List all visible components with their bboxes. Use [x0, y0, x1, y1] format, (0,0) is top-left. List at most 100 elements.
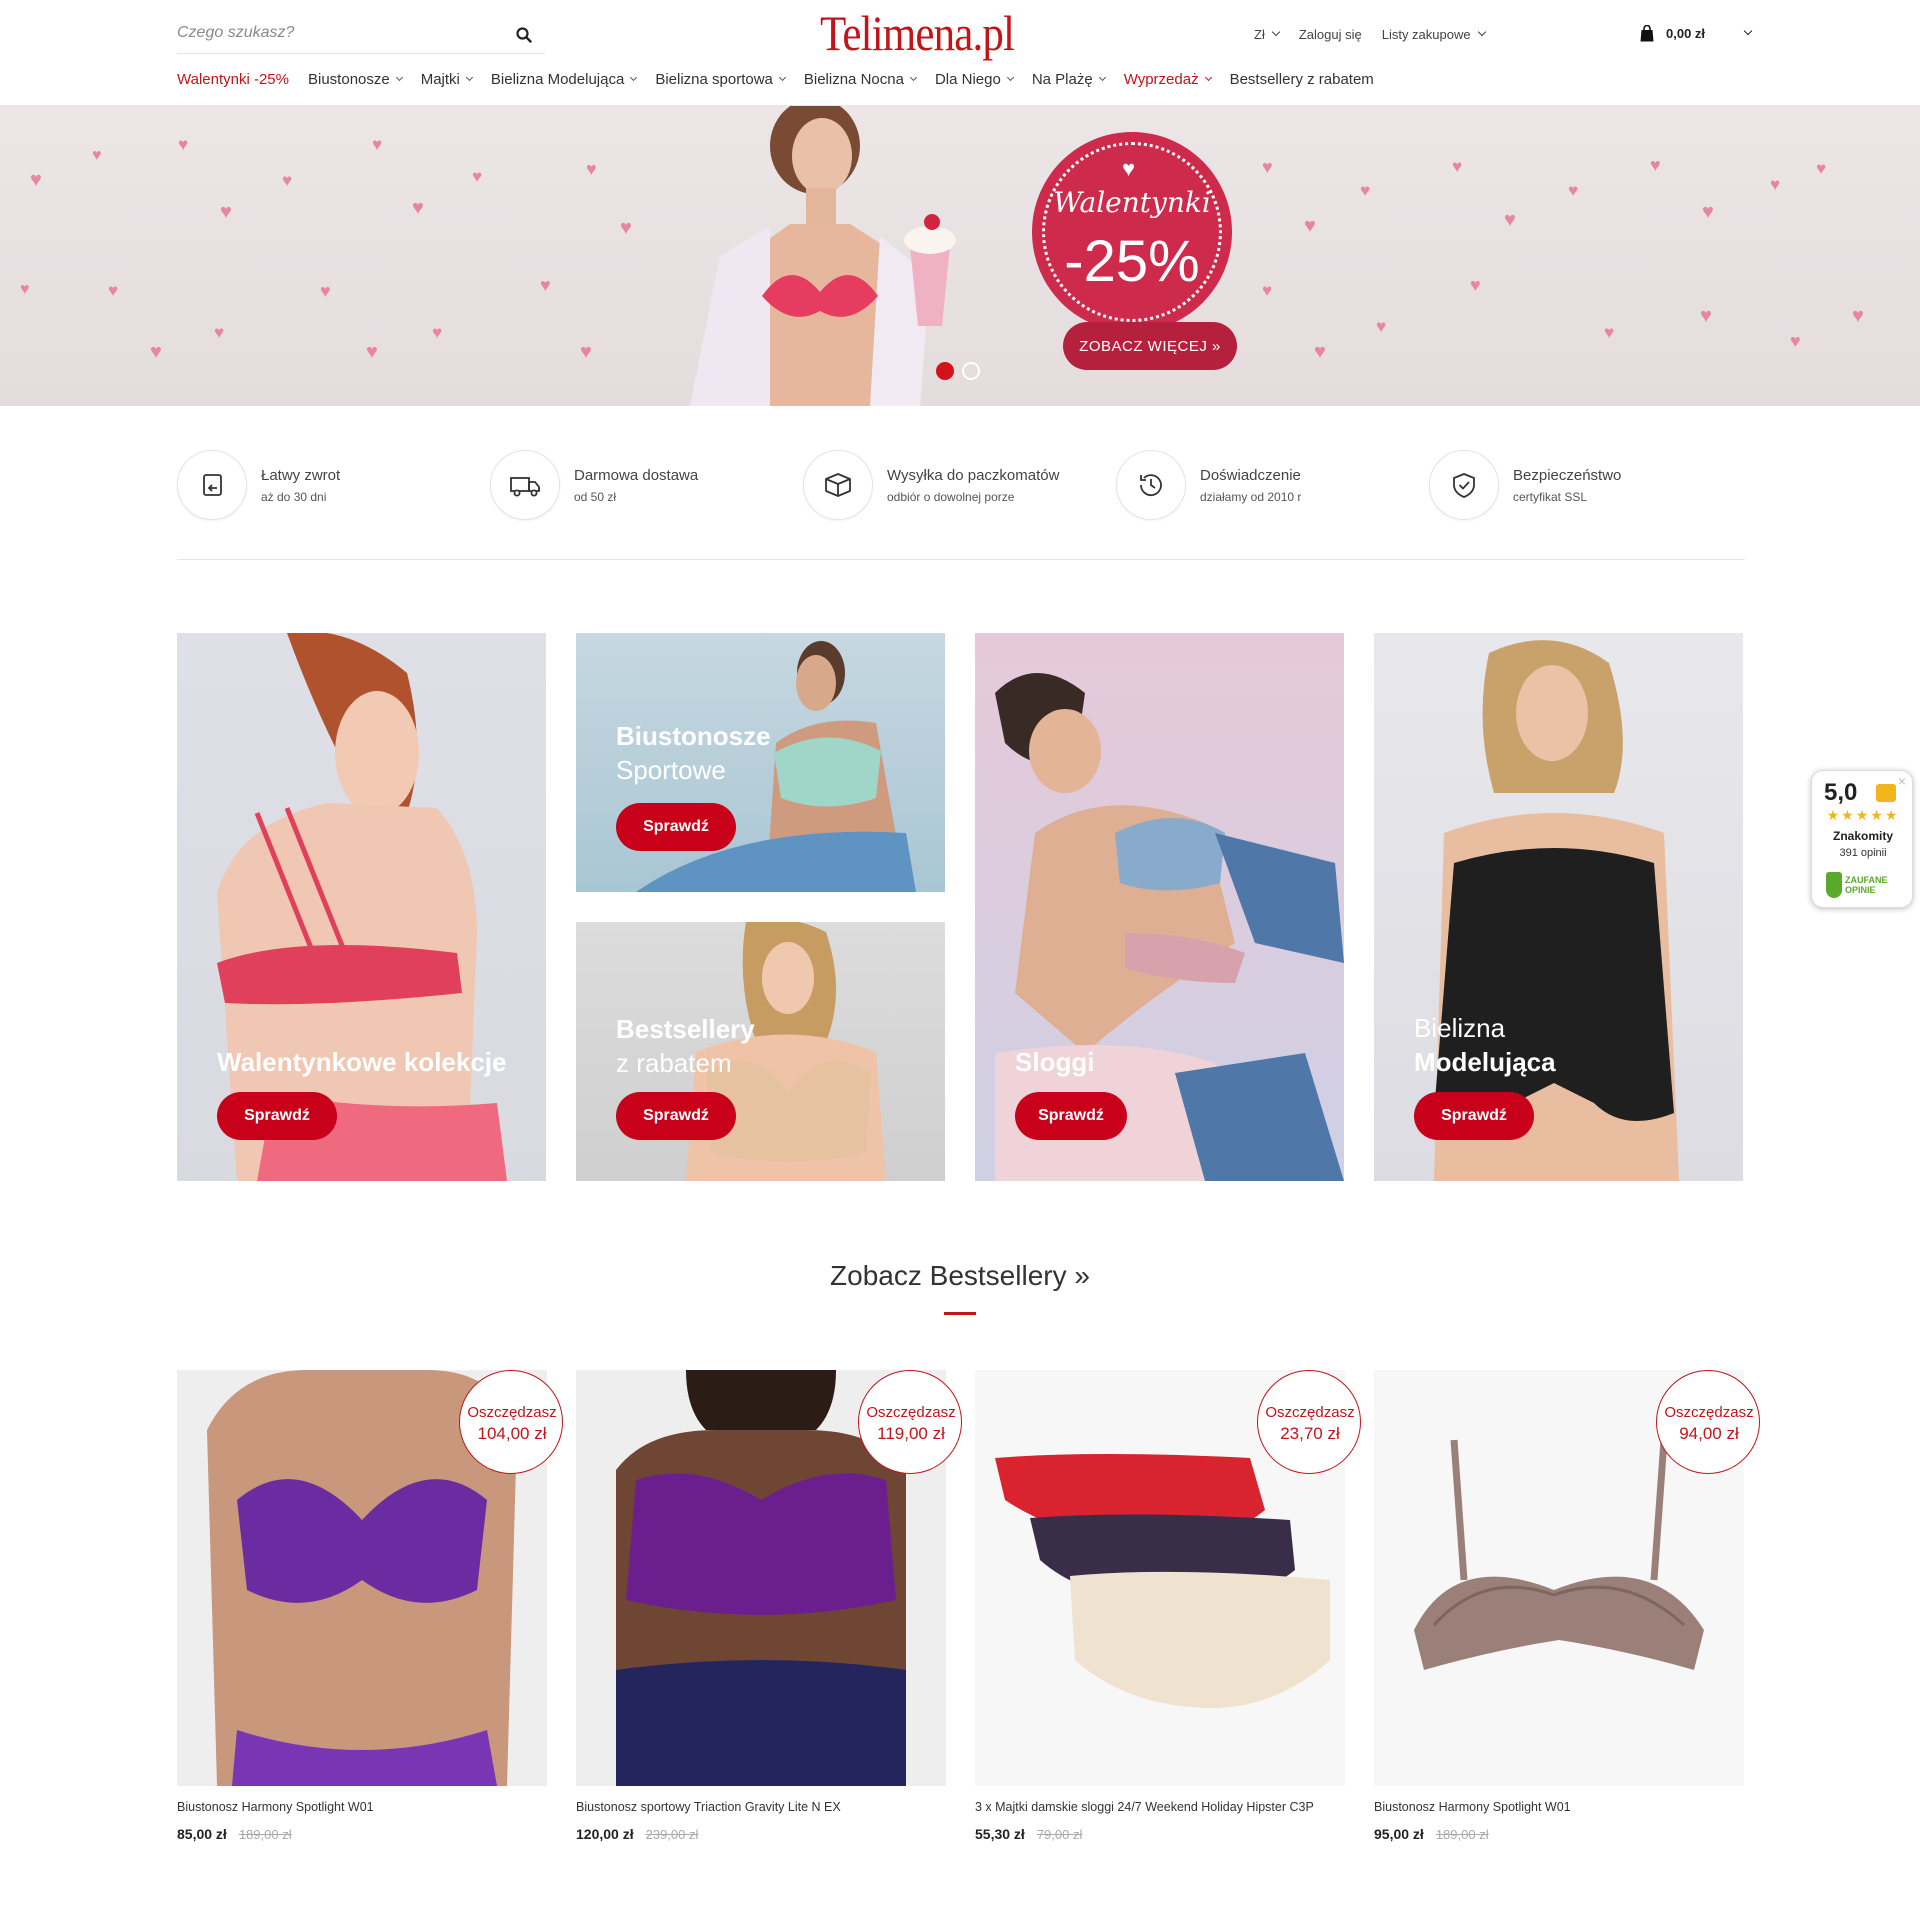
nav-item-wyprzedaz[interactable]: Wyprzedaż [1124, 68, 1212, 90]
product-card[interactable]: Oszczędzasz 94,00 zł Biustonosz Harmony … [1374, 1370, 1760, 1850]
feature-title: Wysyłka do paczkomatów [887, 466, 1060, 484]
product-card[interactable]: Oszczędzasz 104,00 zł Biustonosz Harmony… [177, 1370, 563, 1850]
heart-decoration: ♥ [412, 197, 424, 219]
currency-selector[interactable]: Zł [1254, 24, 1281, 44]
product-name[interactable]: Biustonosz sportowy Triaction Gravity Li… [576, 1800, 946, 1814]
heart-decoration: ♥ [1702, 201, 1714, 223]
chevron-down-icon [1204, 73, 1212, 81]
site-logo[interactable]: Telimena.pl [820, 4, 1015, 62]
promo-badge-discount: -25% [1064, 229, 1200, 294]
slider-dot-2[interactable] [962, 362, 980, 380]
features-bar: Łatwy zwrot aż do 30 dni Darmowa dostawa o… [177, 448, 1745, 522]
rating-count: 391 opinii [1839, 847, 1887, 859]
nav-label: Bestsellery z rabatem [1229, 70, 1374, 88]
slider-dot-1[interactable] [936, 362, 954, 380]
search-button[interactable] [511, 22, 537, 48]
nav-item-bielizna-modelujaca[interactable]: Bielizna Modelująca [491, 68, 638, 90]
nav-item-bielizna-nocna[interactable]: Bielizna Nocna [804, 68, 917, 90]
wishlist-link[interactable]: Listy zakupowe [1382, 24, 1486, 44]
heart-decoration: ♥ [1790, 331, 1801, 351]
promo-badge[interactable]: ♥ Walentynki -25% [1036, 136, 1228, 328]
hero-cta-button[interactable]: ZOBACZ WIĘCEJ » [1063, 322, 1237, 370]
feature-title: Bezpieczeństwo [1513, 466, 1622, 484]
cart-button[interactable]: 0,00 zł [1640, 21, 1753, 45]
product-name[interactable]: 3 x Majtki damskie sloggi 24/7 Weekend H… [975, 1800, 1345, 1814]
feature-subtitle: odbiór o dowolnej porze [887, 489, 1015, 504]
product-price: 85,00 zł 189,00 zł [177, 1826, 292, 1842]
chevron-down-icon [1271, 27, 1281, 37]
heart-decoration: ♥ [366, 341, 378, 363]
login-link[interactable]: Zaloguj się [1299, 24, 1362, 44]
tile-button[interactable]: Sprawdź [217, 1092, 337, 1140]
tile-title: Bestsellery z rabatem [616, 1012, 755, 1080]
heart-decoration: ♥ [1816, 159, 1827, 178]
product-card[interactable]: Oszczędzasz 119,00 zł Biustonosz sportow… [576, 1370, 962, 1850]
tile-button[interactable]: Sprawdź [1414, 1092, 1534, 1140]
nav-item-bestsellery[interactable]: Bestsellery z rabatem [1230, 68, 1374, 90]
nav-item-walentynki[interactable]: Walentynki -25% [177, 68, 289, 90]
heart-icon: ♥ [1122, 156, 1136, 181]
heart-decoration: ♥ [1314, 341, 1326, 363]
chevron-down-icon [778, 73, 786, 81]
nav-label: Dla Niego [934, 70, 1001, 88]
saving-badge: Oszczędzasz 104,00 zł [459, 1370, 563, 1474]
heart-decoration: ♥ [92, 147, 102, 164]
feature-subtitle: działamy od 2010 r [1200, 489, 1302, 504]
truck-icon [490, 450, 560, 520]
cart-total: 0,00 zł [1666, 25, 1706, 41]
nav-item-bielizna-sportowa[interactable]: Bielizna sportowa [655, 68, 786, 90]
tile-title: Sloggi [1015, 1047, 1095, 1077]
search-input[interactable] [177, 20, 497, 46]
heart-decoration: ♥ [1770, 175, 1781, 194]
heart-decoration: ♥ [20, 281, 30, 298]
tile-sport-bras[interactable]: Biustonosze Sportowe Sprawdź [576, 633, 945, 892]
hero-banner[interactable]: ♥ ♥ ♥ ♥ ♥ ♥ ♥ ♥ ♥ ♥ ♥ ♥ ♥ ♥ ♥ ♥ ♥ ♥ ♥ ♥ … [0, 106, 1920, 406]
product-name[interactable]: Biustonosz Harmony Spotlight W01 [177, 1800, 547, 1814]
heart-decoration: ♥ [282, 171, 293, 190]
heart-decoration: ♥ [214, 323, 225, 342]
price-current: 55,30 zł [975, 1826, 1025, 1842]
price-current: 85,00 zł [177, 1826, 227, 1842]
chevron-down-icon [1006, 73, 1014, 81]
heart-decoration: ♥ [1452, 157, 1463, 176]
tile-button[interactable]: Sprawdź [1015, 1092, 1127, 1140]
tile-button[interactable]: Sprawdź [616, 1092, 736, 1140]
tile-sloggi[interactable]: Sloggi Sprawdź [975, 633, 1344, 1181]
tile-title-light: Sportowe [616, 755, 726, 785]
nav-label: Biustonosze [308, 70, 390, 88]
tile-title-light: Bielizna [1414, 1013, 1506, 1043]
close-icon[interactable]: × [1898, 773, 1906, 789]
feature-easy-return: Łatwy zwrot aż do 30 dni [177, 448, 340, 522]
bestsellers-title[interactable]: Zobacz Bestsellery » [0, 1260, 1920, 1292]
feature-title: Darmowa dostawa [574, 466, 699, 484]
saving-badge: Oszczędzasz 94,00 zł [1656, 1370, 1760, 1474]
product-name[interactable]: Biustonosz Harmony Spotlight W01 [1374, 1800, 1744, 1814]
chevron-down-icon [1098, 73, 1106, 81]
tile-button[interactable]: Sprawdź [616, 803, 736, 851]
rating-score: 5,0 [1824, 779, 1858, 806]
feature-parcel-lockers: Wysyłka do paczkomatów odbiór o dowolnej … [803, 448, 1059, 522]
product-card[interactable]: Oszczędzasz 23,70 zł 3 x Majtki damskie … [975, 1370, 1361, 1850]
tile-title: Walentynkowe kolekcje [217, 1047, 507, 1077]
slider-dots [936, 362, 980, 380]
heart-decoration: ♥ [30, 169, 42, 191]
tile-walentynki[interactable]: Walentynkowe kolekcje Sprawdź [177, 633, 546, 1181]
tile-bestsellers[interactable]: Bestsellery z rabatem Sprawdź [576, 922, 945, 1181]
rating-widget[interactable]: 5,0 × ★★★★★ Znakomity 391 opinii ZAUFANE… [1811, 770, 1913, 908]
saving-label: Oszczędzasz [866, 1404, 956, 1421]
nav-item-majtki[interactable]: Majtki [421, 68, 473, 90]
search-icon [516, 27, 532, 43]
rating-brand: ZAUFANE OPINIE [1845, 875, 1888, 895]
nav-item-dla-niego[interactable]: Dla Niego [934, 68, 1014, 90]
nav-item-biustonosze[interactable]: Biustonosze [308, 68, 403, 90]
heart-decoration: ♥ [178, 135, 189, 154]
shopping-bag-icon [1640, 24, 1654, 41]
tile-shapewear[interactable]: Bielizna Modelująca Sprawdź [1374, 633, 1743, 1181]
heart-decoration: ♥ [1360, 181, 1371, 200]
saving-label: Oszczędzasz [1664, 1404, 1754, 1421]
nav-item-na-plaze[interactable]: Na Plażę [1032, 68, 1106, 90]
heart-decoration: ♥ [1470, 275, 1481, 295]
product-price: 95,00 zł 189,00 zł [1374, 1826, 1489, 1842]
price-current: 120,00 zł [576, 1826, 634, 1842]
feature-experience: Doświadczenie działamy od 2010 r [1116, 448, 1301, 522]
